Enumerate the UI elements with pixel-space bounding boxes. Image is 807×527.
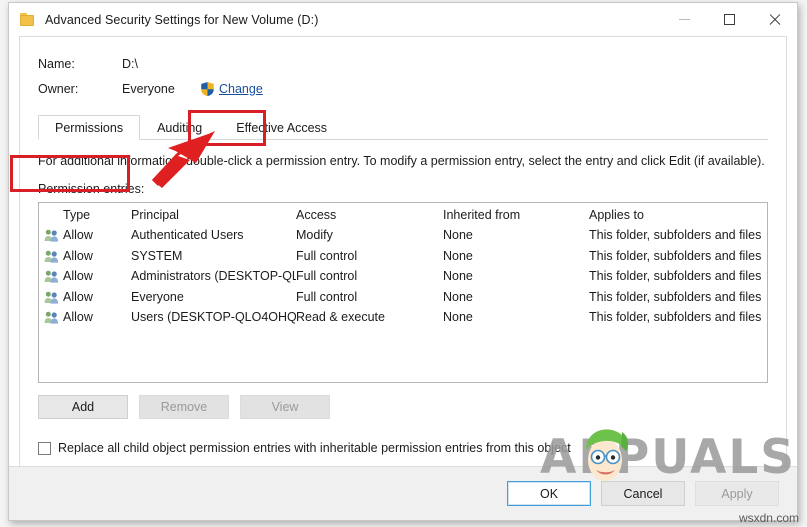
table-row[interactable]: Allow Everyone Full control None This fo… xyxy=(39,287,767,308)
replace-child-permissions-row[interactable]: Replace all child object permission entr… xyxy=(38,441,768,455)
minimize-button[interactable] xyxy=(662,3,707,36)
cell-access: Read & execute xyxy=(296,310,385,325)
cell-access: Full control xyxy=(296,248,358,263)
uac-shield-icon xyxy=(200,80,215,97)
cancel-button[interactable]: Cancel xyxy=(601,481,685,506)
maximize-button[interactable] xyxy=(707,3,752,36)
window-title: Advanced Security Settings for New Volum… xyxy=(45,12,319,27)
close-icon xyxy=(768,13,781,26)
apply-button[interactable]: Apply xyxy=(695,481,779,506)
owner-label: Owner: xyxy=(38,81,79,96)
cell-type: Allow xyxy=(63,310,93,325)
column-header-principal[interactable]: Principal xyxy=(131,208,296,222)
users-group-icon xyxy=(39,310,63,324)
column-header-type[interactable]: Type xyxy=(63,208,131,222)
add-button[interactable]: Add xyxy=(38,395,128,419)
column-header-inherited-from[interactable]: Inherited from xyxy=(443,208,589,222)
cell-principal: SYSTEM xyxy=(131,248,183,263)
title-bar: Advanced Security Settings for New Volum… xyxy=(9,3,797,36)
table-row[interactable]: Allow Administrators (DESKTOP-QLO... Ful… xyxy=(39,266,767,287)
list-action-buttons: Add Remove View xyxy=(38,395,768,419)
ok-button-label: OK xyxy=(539,486,559,501)
cell-applies-to: This folder, subfolders and files xyxy=(589,310,762,325)
cell-applies-to: This folder, subfolders and files xyxy=(589,269,762,284)
maximize-icon xyxy=(724,14,735,25)
column-header-applies-to[interactable]: Applies to xyxy=(589,208,767,222)
advanced-security-settings-dialog: Advanced Security Settings for New Volum… xyxy=(8,2,798,521)
users-group-icon xyxy=(39,290,63,304)
table-row[interactable]: Allow Authenticated Users Modify None Th… xyxy=(39,225,767,246)
folder-icon xyxy=(20,12,36,27)
table-row[interactable]: Allow SYSTEM Full control None This fold… xyxy=(39,246,767,267)
add-button-label: Add xyxy=(71,400,95,414)
wsxdn-watermark: wsxdn.com xyxy=(738,511,799,525)
owner-value: Everyone xyxy=(122,81,175,96)
cell-principal: Everyone xyxy=(131,289,184,304)
cell-type: Allow xyxy=(63,289,93,304)
tab-auditing[interactable]: Auditing xyxy=(140,115,219,140)
tab-permissions[interactable]: Permissions xyxy=(38,115,141,140)
permission-entries-list[interactable]: Type Principal Access Inherited from App… xyxy=(38,202,768,383)
tab-permissions-label: Permissions xyxy=(55,120,124,135)
name-row: Name: D:\ xyxy=(38,51,768,76)
view-button-label: View xyxy=(271,400,299,414)
window-controls xyxy=(662,3,797,36)
replace-child-permissions-checkbox[interactable] xyxy=(38,441,51,455)
users-group-icon xyxy=(39,269,63,283)
users-group-icon xyxy=(39,249,63,263)
instruction-text: For additional information, double-click… xyxy=(38,154,765,168)
cell-type: Allow xyxy=(63,269,93,284)
table-header-row: Type Principal Access Inherited from App… xyxy=(39,203,767,225)
change-owner-control[interactable]: Change xyxy=(200,80,263,97)
dialog-body: Name: D:\ Owner: Everyone Change Permiss… xyxy=(10,36,787,466)
view-button[interactable]: View xyxy=(240,395,330,419)
cell-principal: Administrators (DESKTOP-QLO... xyxy=(131,269,296,284)
table-row[interactable]: Allow Users (DESKTOP-QLO4OHQ\Us... Read … xyxy=(39,307,767,328)
apply-button-label: Apply xyxy=(721,486,753,501)
cell-applies-to: This folder, subfolders and files xyxy=(589,228,762,243)
cell-applies-to: This folder, subfolders and files xyxy=(589,289,762,304)
cell-access: Full control xyxy=(296,289,358,304)
cell-inherited-from: None xyxy=(443,310,473,325)
tab-effective-access-label: Effective Access xyxy=(236,121,328,135)
remove-button-label: Remove xyxy=(160,400,208,414)
cell-inherited-from: None xyxy=(443,269,473,284)
change-owner-link[interactable]: Change xyxy=(219,82,263,96)
name-label: Name: xyxy=(38,56,75,71)
replace-child-permissions-label: Replace all child object permission entr… xyxy=(58,441,571,455)
cell-type: Allow xyxy=(63,228,93,243)
cell-inherited-from: None xyxy=(443,248,473,263)
cell-access: Modify xyxy=(296,228,333,243)
cell-type: Allow xyxy=(63,248,93,263)
tab-auditing-label: Auditing xyxy=(157,121,203,135)
cell-principal: Users (DESKTOP-QLO4OHQ\Us... xyxy=(131,310,296,325)
screenshot-root: Advanced Security Settings for New Volum… xyxy=(0,0,807,527)
column-header-access[interactable]: Access xyxy=(296,208,443,222)
cell-inherited-from: None xyxy=(443,289,473,304)
users-group-icon xyxy=(39,228,63,242)
cell-inherited-from: None xyxy=(443,228,473,243)
close-button[interactable] xyxy=(752,3,797,36)
ok-button[interactable]: OK xyxy=(507,481,591,506)
cell-applies-to: This folder, subfolders and files xyxy=(589,248,762,263)
dialog-footer: OK Cancel Apply xyxy=(9,466,797,520)
cell-principal: Authenticated Users xyxy=(131,228,244,243)
name-value: D:\ xyxy=(122,56,138,71)
owner-row: Owner: Everyone Change xyxy=(38,76,768,101)
permission-entries-label: Permission entries: xyxy=(38,182,145,196)
tab-strip: Permissions Auditing Effective Access xyxy=(38,114,768,140)
remove-button[interactable]: Remove xyxy=(139,395,229,419)
tab-effective-access[interactable]: Effective Access xyxy=(219,115,344,140)
cancel-button-label: Cancel xyxy=(623,486,663,501)
minimize-icon xyxy=(679,19,690,20)
cell-access: Full control xyxy=(296,269,358,284)
